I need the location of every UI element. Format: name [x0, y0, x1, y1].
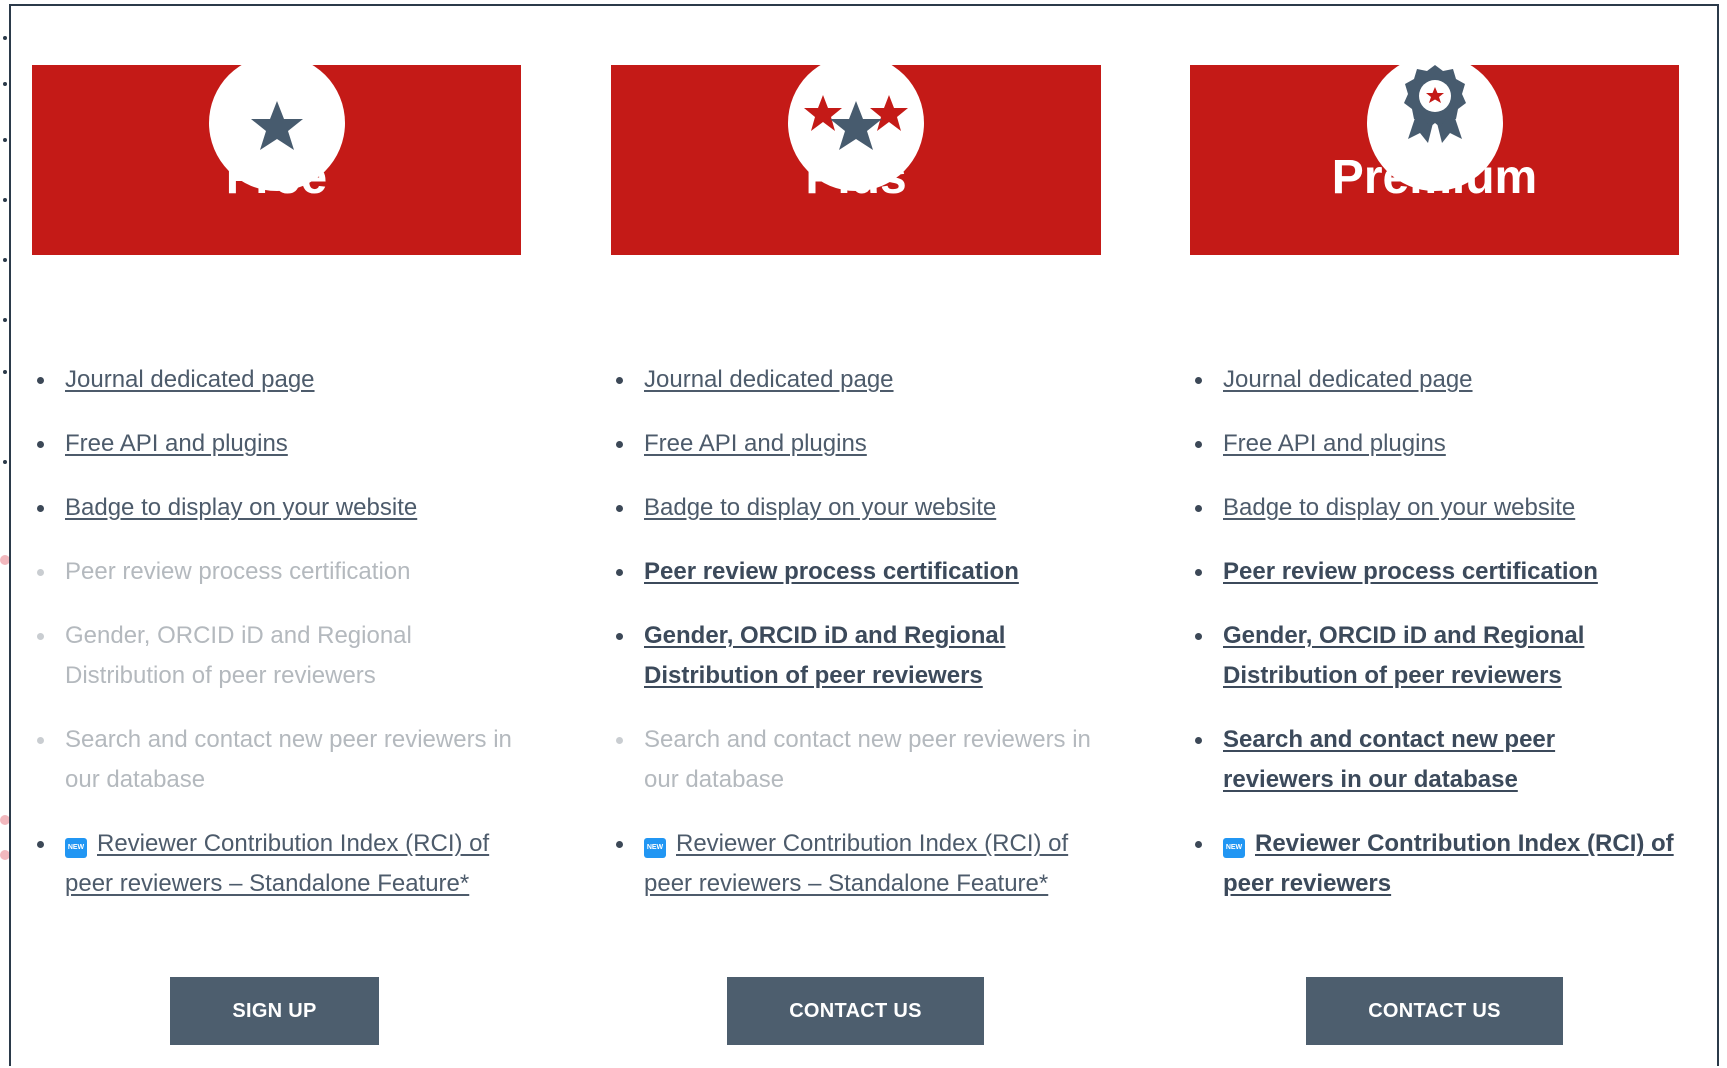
- feature-list: Journal dedicated page Free API and plug…: [1190, 360, 1690, 928]
- feature-text: Search and contact new peer reviewers in…: [644, 726, 1091, 793]
- feature-item-unavailable: Search and contact new peer reviewers in…: [611, 720, 1094, 800]
- feature-link[interactable]: Gender, ORCID iD and Regional Distributi…: [644, 622, 1005, 689]
- feature-link[interactable]: Journal dedicated page: [65, 366, 315, 393]
- feature-link[interactable]: Reviewer Contribution Index (RCI) of pee…: [644, 830, 1068, 897]
- feature-item[interactable]: Badge to display on your website: [1190, 488, 1690, 528]
- award-rosette-icon: [1403, 65, 1466, 143]
- plan-header-free: Free: [32, 55, 521, 255]
- plan-column-premium: Premium Journal dedicated page Free API …: [1167, 0, 1727, 1068]
- feature-item[interactable]: Free API and plugins: [1190, 424, 1690, 464]
- feature-text: Gender, ORCID iD and Regional Distributi…: [65, 622, 412, 689]
- new-badge-icon: NEW: [644, 838, 666, 858]
- feature-item-unavailable: Gender, ORCID iD and Regional Distributi…: [32, 616, 485, 696]
- feature-item[interactable]: NEW Reviewer Contribution Index (RCI) of …: [611, 824, 1104, 904]
- feature-link[interactable]: Free API and plugins: [644, 430, 867, 457]
- contact-us-button[interactable]: CONTACT US: [1306, 977, 1563, 1045]
- feature-item[interactable]: Badge to display on your website: [611, 488, 1111, 528]
- feature-item-highlighted[interactable]: Search and contact new peer reviewers in…: [1190, 720, 1623, 800]
- plan-title: Plus: [805, 151, 907, 204]
- feature-link[interactable]: Reviewer Contribution Index (RCI) of pee…: [65, 830, 489, 897]
- feature-item[interactable]: Badge to display on your website: [32, 488, 532, 528]
- new-badge-icon: NEW: [65, 838, 87, 858]
- feature-text: Peer review process certification: [65, 558, 411, 585]
- feature-item-unavailable: Search and contact new peer reviewers in…: [32, 720, 515, 800]
- feature-item-highlighted[interactable]: Gender, ORCID iD and Regional Distributi…: [1190, 616, 1643, 696]
- feature-link[interactable]: Journal dedicated page: [644, 366, 894, 393]
- plan-title: Free: [225, 151, 328, 204]
- feature-item-highlighted[interactable]: Gender, ORCID iD and Regional Distributi…: [611, 616, 1064, 696]
- new-badge-icon: NEW: [1223, 838, 1245, 858]
- feature-link[interactable]: Free API and plugins: [65, 430, 288, 457]
- sign-up-button[interactable]: SIGN UP: [170, 977, 379, 1045]
- feature-item[interactable]: Journal dedicated page: [611, 360, 1111, 400]
- feature-link[interactable]: Search and contact new peer reviewers in…: [1223, 726, 1555, 793]
- feature-link[interactable]: Reviewer Contribution Index (RCI) of pee…: [1223, 830, 1674, 897]
- feature-list: Journal dedicated page Free API and plug…: [32, 360, 532, 928]
- feature-list: Journal dedicated page Free API and plug…: [611, 360, 1111, 928]
- feature-item[interactable]: Journal dedicated page: [32, 360, 532, 400]
- feature-link[interactable]: Free API and plugins: [1223, 430, 1446, 457]
- feature-item[interactable]: Journal dedicated page: [1190, 360, 1690, 400]
- plan-column-free: Free Journal dedicated page Free API and…: [9, 0, 589, 1068]
- feature-item-highlighted[interactable]: Peer review process certification: [1190, 552, 1690, 592]
- plan-title: Premium: [1331, 151, 1538, 204]
- feature-text: Search and contact new peer reviewers in…: [65, 726, 512, 793]
- feature-link[interactable]: Journal dedicated page: [1223, 366, 1473, 393]
- left-edge-fragment: [0, 0, 10, 1068]
- feature-link[interactable]: Gender, ORCID iD and Regional Distributi…: [1223, 622, 1584, 689]
- feature-link[interactable]: Badge to display on your website: [1223, 494, 1575, 521]
- feature-item-highlighted[interactable]: NEW Reviewer Contribution Index (RCI) of …: [1190, 824, 1693, 904]
- feature-link[interactable]: Peer review process certification: [644, 558, 1019, 585]
- feature-item-highlighted[interactable]: Peer review process certification: [611, 552, 1111, 592]
- feature-item[interactable]: NEW Reviewer Contribution Index (RCI) of …: [32, 824, 525, 904]
- feature-item[interactable]: Free API and plugins: [611, 424, 1111, 464]
- contact-us-button[interactable]: CONTACT US: [727, 977, 984, 1045]
- plan-header-plus: Plus: [611, 55, 1101, 255]
- feature-link[interactable]: Peer review process certification: [1223, 558, 1598, 585]
- feature-item[interactable]: Free API and plugins: [32, 424, 532, 464]
- plan-header-premium: Premium: [1190, 55, 1679, 255]
- feature-item-unavailable: Peer review process certification: [32, 552, 532, 592]
- feature-link[interactable]: Badge to display on your website: [644, 494, 996, 521]
- feature-link[interactable]: Badge to display on your website: [65, 494, 417, 521]
- plan-column-plus: Plus Journal dedicated page Free API and…: [588, 0, 1168, 1068]
- single-star-icon: [250, 101, 303, 150]
